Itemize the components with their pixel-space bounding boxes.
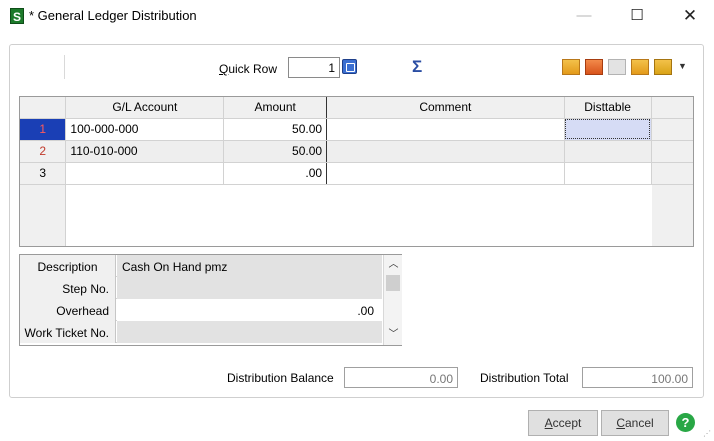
quick-row-label: Quick Row [219,62,278,76]
disttable-cell[interactable] [564,140,652,163]
grid-row-filler [651,162,693,185]
totals-sigma-icon[interactable]: Σ [412,57,422,77]
distribution-total-label: Distribution Total [480,371,569,385]
work-ticket-label: Work Ticket No. [20,321,116,343]
close-button[interactable]: ✕ [670,4,710,28]
grid-row-header-filler [20,185,66,246]
disttable-cell[interactable] [564,118,652,141]
paste-row-icon[interactable] [631,59,649,75]
column-header-disttable[interactable]: Disttable [564,97,652,119]
title-bar: S * General Ledger Distribution — ☐ ✕ [0,0,714,32]
overhead-row: Overhead .00 [20,299,382,321]
row-number[interactable]: 1 [20,118,67,141]
work-ticket-row: Work Ticket No. [20,321,382,343]
window-title: * General Ledger Distribution [29,8,197,23]
insert-row-icon[interactable] [562,59,580,75]
quick-row-input[interactable]: 1 [288,57,340,78]
distribution-grid: G/L Account Amount Comment Disttable 1 1… [19,96,694,247]
overhead-label: Overhead [20,299,116,321]
grid-row-filler [651,118,693,141]
step-no-field[interactable] [117,277,382,299]
step-no-row: Step No. [20,277,382,299]
amount-cell[interactable]: .00 [223,162,328,185]
amount-cell[interactable]: 50.00 [223,118,328,141]
comment-cell[interactable] [326,162,565,185]
more-actions-icon[interactable] [654,59,672,75]
grid-row-filler [651,140,693,163]
row-number[interactable]: 2 [20,140,67,163]
comment-cell[interactable] [326,118,565,141]
distribution-balance-field: 0.00 [344,367,458,388]
scroll-up-icon[interactable]: ︿ [384,257,403,273]
maximize-button[interactable]: ☐ [617,4,657,28]
minimize-button[interactable]: — [564,4,604,28]
resize-grip-icon[interactable]: ⋰ [703,429,711,438]
gl-account-cell[interactable]: 110-010-000 [65,140,225,163]
column-header-amount[interactable]: Amount [223,97,328,119]
step-no-label: Step No. [20,277,116,299]
distribution-balance-label: Distribution Balance [227,371,334,385]
help-icon[interactable]: ? [676,413,695,432]
chevron-down-icon[interactable]: ▼ [678,61,687,71]
scroll-down-icon[interactable]: ﹀ [384,327,403,343]
description-label: Description [20,255,116,277]
distribution-total-field: 100.00 [582,367,693,388]
overhead-field[interactable]: .00 [117,299,382,321]
gl-account-cell[interactable] [65,162,225,185]
column-header-comment[interactable]: Comment [326,97,565,119]
table-row[interactable]: 1 100-000-000 50.00 [20,118,693,141]
description-row: Description Cash On Hand pmz [20,255,382,277]
accept-button[interactable]: Accept [528,410,598,436]
toolbar: Quick Row 1 Σ ▼ [10,53,703,85]
scroll-thumb[interactable] [386,275,400,291]
quick-row-go-icon[interactable] [342,59,357,74]
detail-scrollbar[interactable]: ︿ ﹀ [383,255,402,345]
comment-cell[interactable] [326,140,565,163]
grid-header-filler [651,97,693,119]
detail-panel: Description Cash On Hand pmz Step No. Ov… [19,254,402,346]
amount-cell[interactable]: 50.00 [223,140,328,163]
grid-header-row: G/L Account Amount Comment Disttable [20,97,693,119]
disttable-cell[interactable] [564,162,652,185]
row-number[interactable]: 3 [20,162,67,185]
column-header-gl-account[interactable]: G/L Account [65,97,225,119]
work-ticket-field[interactable] [117,321,382,343]
table-row[interactable]: 2 110-010-000 50.00 [20,140,693,163]
table-row[interactable]: 3 .00 [20,162,693,185]
toolbar-separator [64,55,65,79]
grid-corner [20,97,67,119]
delete-row-icon[interactable] [585,59,603,75]
cancel-button[interactable]: Cancel [601,410,669,436]
grid-empty-filler [652,185,693,246]
app-logo-icon: S [10,8,24,24]
gl-account-cell[interactable]: 100-000-000 [65,118,225,141]
copy-row-icon[interactable] [608,59,626,75]
description-field[interactable]: Cash On Hand pmz [117,255,382,277]
